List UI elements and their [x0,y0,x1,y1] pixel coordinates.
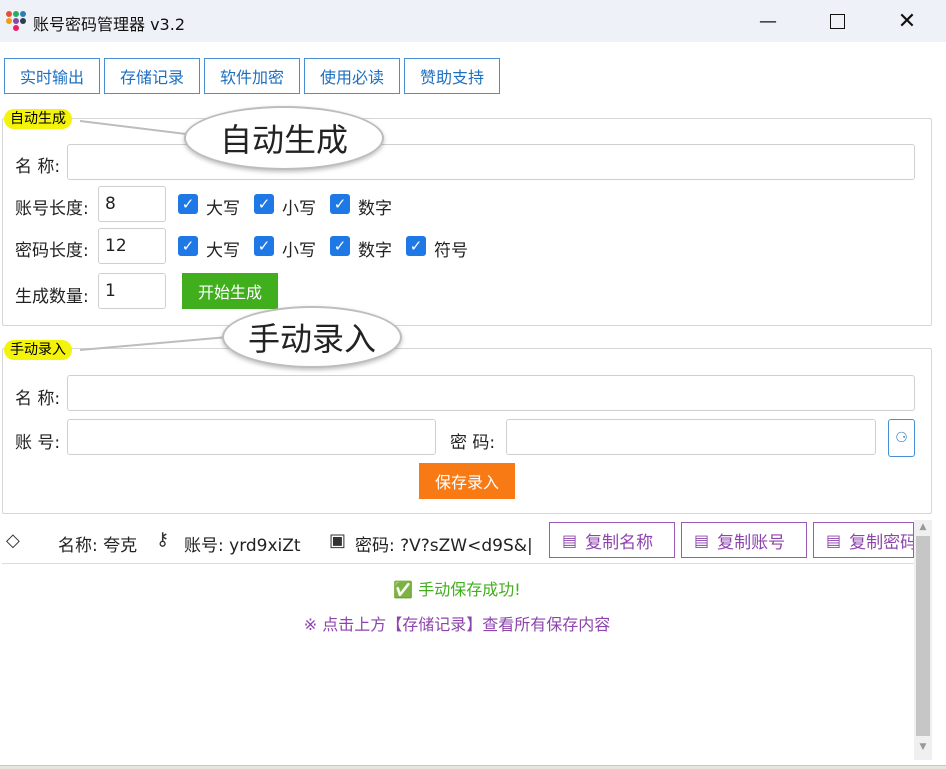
close-icon[interactable]: ✕ [872,0,942,42]
copy-name-label: 复制名称 [585,532,654,553]
account-length-label: 账号长度: [15,199,89,219]
copy-account-button[interactable]: ▤ 复制账号 [681,522,807,558]
auto-generate-group-label: 自动生成 [4,109,72,129]
copy-name-button[interactable]: ▤ 复制名称 [549,522,675,558]
app-window: 账号密码管理器 v3.2 — ✕ 实时输出 存储记录 软件加密 使用必读 赞助支… [0,0,946,766]
manual-password-label: 密 码: [450,433,496,453]
tab-software-encryption[interactable]: 软件加密 [204,58,300,94]
divider [2,563,914,564]
copy-password-label: 复制密码 [849,532,914,553]
manual-name-label: 名 称: [15,389,61,409]
password-uppercase-label: 大写 [206,241,240,261]
storage-hint-message: ※ 点击上方【存储记录】查看所有保存内容 [303,615,611,634]
scroll-thumb[interactable] [916,536,930,736]
password-symbols-label: 符号 [434,241,468,261]
auto-generate-callout: 自动生成 [184,106,384,170]
manual-entry-callout: 手动录入 [222,306,402,368]
clipboard-icon: ▤ [826,530,842,550]
clipboard-icon: ▤ [694,530,710,550]
password-length-input[interactable]: 12 [98,228,166,264]
account-lowercase-checkbox[interactable]: ✓ [254,194,274,214]
title-bar[interactable]: 账号密码管理器 v3.2 — ✕ [0,0,946,42]
tag-icon: ◇ [6,530,20,551]
password-length-label: 密码长度: [15,241,89,261]
account-uppercase-label: 大写 [206,199,240,219]
scroll-down-icon[interactable]: ▼ [914,742,932,752]
key-icon: ⚷ [156,529,170,550]
password-lowercase-checkbox[interactable]: ✓ [254,236,274,256]
account-lowercase-label: 小写 [282,199,316,219]
maximize-icon[interactable] [802,0,872,42]
count-input[interactable]: 1 [98,273,166,309]
minimize-icon[interactable]: — [733,0,803,42]
save-entry-button[interactable]: 保存录入 [419,463,515,499]
account-length-input[interactable]: 8 [98,186,166,222]
start-generate-button[interactable]: 开始生成 [182,273,278,309]
account-uppercase-checkbox[interactable]: ✓ [178,194,198,214]
current-password-text: 密码: ?V?sZW<d9S&| [355,536,533,556]
manual-name-input[interactable] [67,375,915,411]
password-symbols-checkbox[interactable]: ✓ [406,236,426,256]
tab-storage-records[interactable]: 存储记录 [104,58,200,94]
current-name-text: 名称: 夸克 [58,536,138,556]
vertical-scrollbar[interactable]: ▲ ▼ [914,520,932,760]
lock-icon: ▣ [329,530,347,551]
manual-password-input[interactable] [506,419,876,455]
password-digits-checkbox[interactable]: ✓ [330,236,350,256]
manual-account-label: 账 号: [15,433,61,453]
current-account-text: 账号: yrd9xiZt [184,536,301,556]
manual-entry-group-label: 手动录入 [4,340,72,360]
dice-icon[interactable]: ⚆ [888,419,915,457]
account-digits-label: 数字 [358,199,392,219]
manual-account-input[interactable] [67,419,436,455]
tab-sponsor[interactable]: 赞助支持 [404,58,500,94]
app-icon [5,10,26,32]
password-uppercase-checkbox[interactable]: ✓ [178,236,198,256]
tab-realtime-output[interactable]: 实时输出 [4,58,100,94]
auto-name-label: 名 称: [15,157,61,177]
copy-account-label: 复制账号 [717,532,786,553]
tab-must-read[interactable]: 使用必读 [304,58,400,94]
scroll-up-icon[interactable]: ▲ [914,522,932,532]
count-label: 生成数量: [15,287,89,307]
password-lowercase-label: 小写 [282,241,316,261]
account-digits-checkbox[interactable]: ✓ [330,194,350,214]
clipboard-icon: ▤ [562,530,578,550]
copy-password-button[interactable]: ▤ 复制密码 [813,522,914,558]
save-success-message: ✅ 手动保存成功! [393,580,521,599]
password-digits-label: 数字 [358,241,392,261]
window-title: 账号密码管理器 v3.2 [33,15,186,34]
